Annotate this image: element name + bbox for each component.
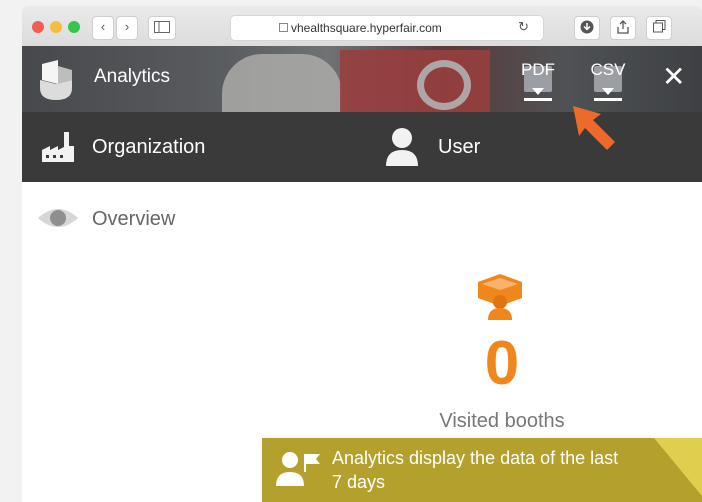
close-icon[interactable]: ✕	[662, 60, 685, 93]
maximize-window-button[interactable]	[68, 21, 80, 33]
info-notice: Analytics display the data of the last 7…	[262, 438, 702, 502]
share-button[interactable]	[610, 16, 636, 40]
url-text: vhealthsquare.hyperfair.com	[291, 21, 442, 35]
sidebar-icon	[154, 21, 170, 33]
analytics-panel: Analytics PDF CSV ✕ Organization User Ov…	[22, 46, 702, 502]
download-icon	[580, 20, 594, 34]
visited-booths-label: Visited booths	[439, 410, 565, 432]
chevron-left-icon: ‹	[100, 19, 106, 34]
export-csv-button[interactable]: CSV	[590, 60, 626, 104]
booth-icon	[478, 274, 522, 320]
reload-icon[interactable]: ↻	[518, 19, 529, 35]
tab-user-label: User	[438, 136, 481, 158]
eye-icon	[38, 209, 78, 227]
close-window-button[interactable]	[32, 21, 44, 33]
downloads-button[interactable]	[574, 16, 600, 40]
minimize-window-button[interactable]	[50, 21, 62, 33]
download-arrow-icon	[532, 88, 544, 95]
chevron-right-icon: ›	[124, 19, 130, 34]
address-bar[interactable]: vhealthsquare.hyperfair.com ↻	[230, 15, 544, 41]
lock-icon	[279, 23, 288, 32]
tabs-icon	[652, 20, 665, 33]
tabs-overview-button[interactable]	[646, 16, 672, 40]
share-icon	[617, 20, 629, 34]
factory-icon	[42, 132, 74, 162]
visited-booths-count: 0	[484, 329, 520, 398]
export-pdf-button[interactable]: PDF	[520, 60, 556, 104]
forward-button[interactable]: ›	[116, 16, 138, 40]
user-flag-icon	[276, 452, 320, 486]
user-icon	[386, 128, 418, 166]
overview-label: Overview	[92, 208, 176, 230]
sidebar-toggle-button[interactable]	[148, 16, 176, 40]
pointer-arrow-icon	[573, 106, 615, 150]
tab-user[interactable]: User	[380, 112, 680, 182]
notice-text: Analytics display the data of the last 7…	[332, 448, 619, 492]
download-arrow-icon	[602, 88, 614, 95]
tab-organization-label: Organization	[92, 136, 206, 158]
panel-title: Analytics	[94, 66, 171, 87]
back-button[interactable]: ‹	[92, 16, 114, 40]
analytics-icon	[40, 60, 72, 100]
tab-organization[interactable]: Organization	[34, 112, 334, 182]
browser-toolbar: ‹ › vhealthsquare.hyperfair.com ↻	[22, 6, 702, 47]
